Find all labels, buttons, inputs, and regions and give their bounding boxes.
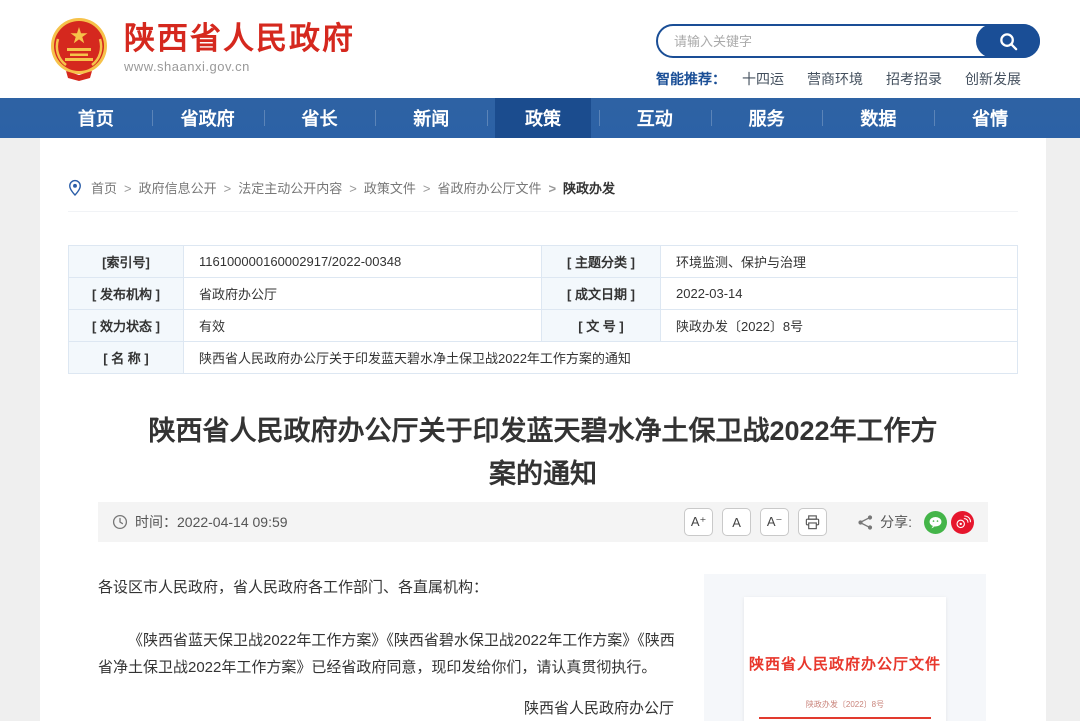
printer-icon bbox=[804, 514, 821, 531]
site-logo[interactable]: 陕西省人民政府 www.shaanxi.gov.cn bbox=[46, 15, 355, 81]
search-area: 智能推荐： 十四运 营商环境 招考招录 创新发展 bbox=[656, 24, 1040, 89]
table-row: [ 发布机构 ] 省政府办公厅 [ 成文日期 ] 2022-03-14 bbox=[69, 278, 1018, 310]
search-input[interactable] bbox=[674, 28, 964, 54]
document-preview-rule bbox=[759, 717, 931, 719]
weibo-share-button[interactable] bbox=[951, 511, 974, 534]
site-title: 陕西省人民政府 bbox=[124, 22, 355, 56]
article-paragraph: 《陕西省蓝天保卫战2022年工作方案》《陕西省碧水保卫战2022年工作方案》《陕… bbox=[98, 627, 678, 681]
national-emblem-icon bbox=[46, 15, 112, 81]
table-row: [索引号] 116100000160002917/2022-00348 [ 主题… bbox=[69, 246, 1018, 278]
font-increase-button[interactable]: A⁺ bbox=[684, 508, 713, 536]
site-url: www.shaanxi.gov.cn bbox=[124, 59, 355, 74]
publish-time: 时间：2022-04-14 09:59 bbox=[112, 512, 288, 532]
nav-item-home[interactable]: 首页 bbox=[40, 98, 152, 138]
meta-value-status: 有效 bbox=[184, 310, 542, 342]
meta-value-name: 陕西省人民政府办公厅关于印发蓝天碧水净土保卫战2022年工作方案的通知 bbox=[184, 342, 1018, 374]
breadcrumb: 首页 政府信息公开 法定主动公开内容 政策文件 省政府办公厅文件 陕政办发 bbox=[68, 138, 1018, 212]
search-box bbox=[656, 24, 1040, 58]
clock-icon bbox=[112, 514, 128, 530]
hot-link-yingshang[interactable]: 营商环境 bbox=[807, 69, 863, 89]
wechat-share-button[interactable] bbox=[924, 511, 947, 534]
print-button[interactable] bbox=[798, 508, 827, 536]
hot-links-label: 智能推荐： bbox=[656, 69, 726, 89]
meta-value-index-no: 116100000160002917/2022-00348 bbox=[184, 246, 542, 278]
article-body: 各设区市人民政府，省人民政府各工作部门、各直属机构： 《陕西省蓝天保卫战2022… bbox=[98, 570, 678, 721]
nav-item-policy[interactable]: 政策 bbox=[487, 98, 599, 138]
breadcrumb-policy-documents[interactable]: 政策文件 bbox=[342, 178, 416, 197]
meta-value-doc-no: 陕政办发〔2022〕8号 bbox=[661, 310, 1018, 342]
breadcrumb-home[interactable]: 首页 bbox=[91, 178, 117, 197]
nav-item-province-profile[interactable]: 省情 bbox=[934, 98, 1046, 138]
share-label: 分享: bbox=[880, 512, 912, 532]
article-salutation: 各设区市人民政府，省人民政府各工作部门、各直属机构： bbox=[98, 574, 678, 601]
font-decrease-button[interactable]: A⁻ bbox=[760, 508, 789, 536]
meta-label-name: [ 名 称 ] bbox=[69, 342, 184, 374]
meta-value-date: 2022-03-14 bbox=[661, 278, 1018, 310]
nav-item-services[interactable]: 服务 bbox=[711, 98, 823, 138]
page-background: 首页 政府信息公开 法定主动公开内容 政策文件 省政府办公厅文件 陕政办发 [索… bbox=[0, 138, 1080, 721]
article-info-bar: 时间：2022-04-14 09:59 A⁺ A A⁻ bbox=[98, 502, 988, 542]
hot-link-chuangxin[interactable]: 创新发展 bbox=[965, 69, 1021, 89]
document-preview-header: 陕西省人民政府办公厅文件 bbox=[744, 597, 946, 674]
wechat-icon bbox=[927, 514, 944, 531]
nav-item-governor[interactable]: 省长 bbox=[264, 98, 376, 138]
document-preview-number: 陕政办发〔2022〕8号 bbox=[744, 699, 946, 710]
nav-item-interaction[interactable]: 互动 bbox=[599, 98, 711, 138]
meta-label-issuer: [ 发布机构 ] bbox=[69, 278, 184, 310]
site-header: 陕西省人民政府 www.shaanxi.gov.cn 智能推荐： 十四运 营商环… bbox=[0, 0, 1080, 98]
page-title: 陕西省人民政府办公厅关于印发蓝天碧水净土保卫战2022年工作方案的通知 bbox=[143, 410, 943, 496]
search-button[interactable] bbox=[976, 24, 1040, 58]
hot-link-shisiyun[interactable]: 十四运 bbox=[742, 69, 784, 89]
location-pin-icon bbox=[68, 179, 82, 197]
table-row: [ 名 称 ] 陕西省人民政府办公厅关于印发蓝天碧水净土保卫战2022年工作方案… bbox=[69, 342, 1018, 374]
publish-time-text: 时间：2022-04-14 09:59 bbox=[135, 512, 288, 532]
document-meta-table: [索引号] 116100000160002917/2022-00348 [ 主题… bbox=[68, 245, 1018, 374]
meta-label-status: [ 效力状态 ] bbox=[69, 310, 184, 342]
main-nav: 首页 省政府 省长 新闻 政策 互动 服务 数据 省情 bbox=[0, 98, 1080, 138]
nav-item-data[interactable]: 数据 bbox=[822, 98, 934, 138]
breadcrumb-office-documents[interactable]: 省政府办公厅文件 bbox=[416, 178, 542, 197]
hot-link-zhaokao[interactable]: 招考招录 bbox=[886, 69, 942, 89]
breadcrumb-info-disclosure[interactable]: 政府信息公开 bbox=[117, 178, 217, 197]
weibo-icon bbox=[954, 514, 971, 531]
share-group: 分享: bbox=[857, 511, 974, 534]
nav-item-news[interactable]: 新闻 bbox=[375, 98, 487, 138]
meta-value-issuer: 省政府办公厅 bbox=[184, 278, 542, 310]
meta-label-date: [ 成文日期 ] bbox=[542, 278, 661, 310]
search-icon bbox=[998, 31, 1019, 52]
article-signature: 陕西省人民政府办公厅 bbox=[98, 695, 678, 721]
table-row: [ 效力状态 ] 有效 [ 文 号 ] 陕政办发〔2022〕8号 bbox=[69, 310, 1018, 342]
content-container: 首页 政府信息公开 法定主动公开内容 政策文件 省政府办公厅文件 陕政办发 [索… bbox=[40, 138, 1046, 721]
document-preview-panel: 陕西省人民政府办公厅文件 陕政办发〔2022〕8号 bbox=[704, 574, 986, 721]
meta-value-topic: 环境监测、保护与治理 bbox=[661, 246, 1018, 278]
font-normal-button[interactable]: A bbox=[722, 508, 751, 536]
breadcrumb-statutory-content[interactable]: 法定主动公开内容 bbox=[217, 178, 343, 197]
breadcrumb-current: 陕政办发 bbox=[541, 178, 615, 197]
nav-item-provincial-govt[interactable]: 省政府 bbox=[152, 98, 264, 138]
hot-links-row: 智能推荐： 十四运 营商环境 招考招录 创新发展 bbox=[656, 69, 1040, 89]
share-icon bbox=[857, 514, 874, 531]
meta-label-index-no: [索引号] bbox=[69, 246, 184, 278]
meta-label-doc-no: [ 文 号 ] bbox=[542, 310, 661, 342]
meta-label-topic: [ 主题分类 ] bbox=[542, 246, 661, 278]
document-preview-page[interactable]: 陕西省人民政府办公厅文件 陕政办发〔2022〕8号 bbox=[744, 597, 946, 721]
